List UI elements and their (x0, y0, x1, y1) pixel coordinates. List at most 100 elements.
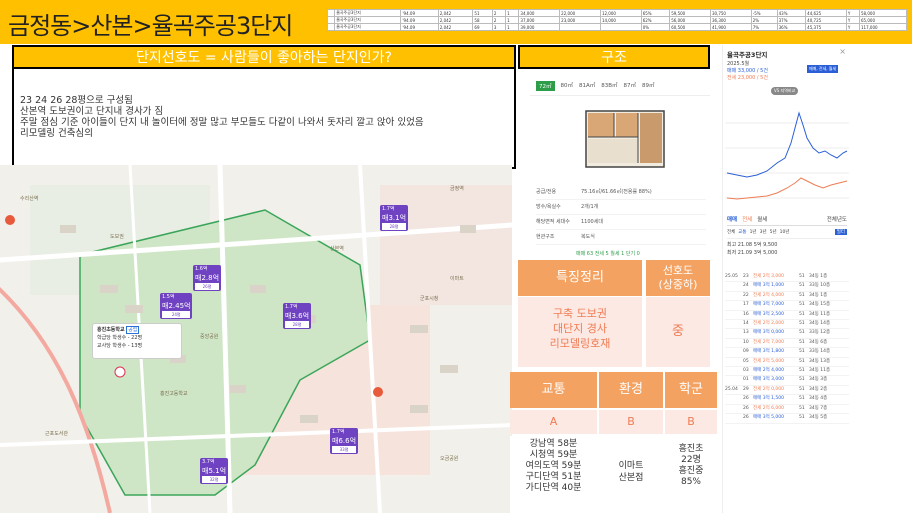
plan-tab[interactable]: 89㎡ (642, 81, 655, 91)
trade-area: 51 (799, 292, 805, 298)
trade-day: 29 (743, 386, 749, 392)
plan-tab[interactable]: 80㎡ (561, 81, 574, 91)
price-pin[interactable]: 3.7억 매5.1억 32평 (200, 458, 229, 484)
mini-table-cell: 2,042 (437, 16, 474, 24)
map-label: 군포시청 (420, 296, 439, 302)
trade-month: 25.05 (725, 274, 738, 279)
floor-plan-image (580, 105, 670, 173)
trade-area: 51 (799, 358, 805, 364)
panel-title: 율곡주공3단지 (727, 51, 768, 59)
trade-area: 51 (799, 386, 805, 392)
trade-floor: 34동 5층 (809, 415, 828, 421)
price-pin[interactable]: 1.7억 매6.6억 33평 (330, 428, 359, 454)
env-grade: B (599, 410, 663, 434)
price-pin[interactable]: 1.7억 매3.6억 28평 (283, 303, 312, 329)
mini-table-cell: Y (845, 9, 861, 17)
trade-month (725, 301, 743, 309)
mini-table-cell: 37,000 (518, 16, 561, 24)
tab-monthly[interactable]: 월세 (757, 215, 767, 223)
mini-table-cell: 2 (491, 9, 507, 17)
traffic-detail: 강남역 58분 시청역 59분 여의도역 59분 구디단역 51분 가디단역 4… (510, 436, 597, 513)
mini-table-cell: 2,042 (437, 9, 474, 17)
plan-tab[interactable]: 83B㎡ (601, 81, 617, 91)
trade-row[interactable]: 26 전세 2억 6,000 51 34동 7층 (725, 405, 849, 415)
trade-day: 22 (743, 292, 749, 298)
plan-key: 방수/욕실수 (536, 204, 561, 210)
mini-table-cell: 44,625 (805, 9, 847, 17)
trade-price: 전세 2억 4,000 (753, 292, 785, 298)
trade-day: 24 (743, 283, 749, 289)
summary-cell: 구축 도보권 대단지 경사 리모델링호재 (518, 297, 642, 367)
mini-table-cell: 2% (750, 16, 778, 24)
trade-row[interactable]: 13 매매 3억 0,000 51 33동 12층 (725, 329, 849, 339)
mini-table-cell: 60,500 (669, 23, 711, 31)
trade-row[interactable]: 10 전세 2억 7,000 51 34동 6층 (725, 339, 849, 349)
map-label: 중앙공원 (200, 334, 219, 340)
mini-table-cell: 65,000 (859, 16, 907, 24)
mini-table-cell: 56,000 (669, 16, 711, 24)
map-view[interactable]: 1.7억 매3.1억 28평 1.6억 매2.8억 26평 1.5억 매2.45억 24평 … (0, 165, 512, 513)
plan-tab[interactable]: 87㎡ (624, 81, 637, 91)
filter-chip[interactable]: 전체 (727, 229, 735, 235)
compare-button[interactable]: VS 지역비교 (771, 87, 799, 95)
trade-row[interactable]: 17 매매 3억 7,000 51 34동 15층 (725, 301, 849, 311)
trade-area: 51 (799, 339, 805, 345)
school-header: 학군 (665, 372, 717, 408)
trade-row[interactable]: 03 매매 2억 4,000 51 34동 11층 (725, 367, 849, 377)
trade-row[interactable]: 14 전세 2억 2,000 51 34동 14층 (725, 320, 849, 330)
plan-tab[interactable]: 72㎡ (536, 81, 555, 91)
trade-row[interactable]: 25.04 29 전세 2억 0,000 51 34동 2층 (725, 386, 849, 396)
trade-month (725, 376, 743, 384)
map-label: 흥진고등학교 (160, 391, 188, 397)
price-pin[interactable]: 1.5억 매2.45억 24평 (160, 293, 193, 319)
filter-chip[interactable]: 1년 (750, 229, 757, 235)
filter-chip[interactable]: 10년 (780, 229, 790, 235)
trade-row[interactable]: 09 매매 3억 1,800 51 33동 14층 (725, 348, 849, 358)
trade-day: 16 (743, 311, 749, 317)
trade-day: 26 (743, 405, 749, 411)
trade-row[interactable]: 01 매매 3억 3,000 51 34동 3층 (725, 376, 849, 386)
plan-tab[interactable]: 81A㎡ (579, 81, 595, 91)
close-icon[interactable]: × (839, 47, 846, 56)
trade-day: 26 (743, 396, 749, 402)
trade-floor: 33동 14층 (809, 349, 831, 355)
price-pin[interactable]: 1.7억 매3.1억 28평 (380, 205, 409, 231)
mini-table-cell: 30,750 (709, 9, 752, 17)
trade-list: 25.05 23 전세 2억 3,000 51 34동 1층 24 매매 3억 1,000 5… (725, 273, 849, 424)
apply-button[interactable]: 필터 (834, 229, 847, 235)
filter-chip[interactable]: 교통 (738, 229, 746, 235)
plan-key: 현관구조 (536, 234, 555, 240)
mini-table-cell: Y (845, 23, 861, 31)
trade-area: 51 (799, 368, 805, 374)
trade-row[interactable]: 24 매매 3억 1,000 51 33동 10층 (725, 282, 849, 292)
trade-row[interactable]: 26 매매 3억 1,500 51 34동 4층 (725, 395, 849, 405)
trade-row[interactable]: 05 전세 2억 5,000 51 34동 13층 (725, 358, 849, 368)
trade-row[interactable]: 16 매매 3억 2,500 51 34동 11층 (725, 311, 849, 321)
filter-chip[interactable]: 3년 (760, 229, 767, 235)
mini-table-cell: 45,375 (805, 23, 847, 31)
pin-tag: 33평 (332, 446, 357, 453)
trade-month (725, 395, 743, 403)
school-card[interactable]: 흥진초등학교 공립 학급당 학생수 - 22명 교사당 학생수 - 13명 (92, 323, 182, 359)
trade-month (725, 311, 743, 319)
trade-day: 13 (743, 330, 749, 336)
tab-sale[interactable]: 매매 (727, 215, 737, 223)
trade-month (725, 348, 743, 356)
filter-chip[interactable]: 5년 (770, 229, 777, 235)
tab-jeonse[interactable]: 전세 (742, 215, 752, 223)
trade-day: 17 (743, 302, 749, 308)
mini-table-cell: -5% (750, 9, 778, 17)
sort-select[interactable]: 전체년도 (827, 215, 847, 223)
env-detail: 이마트 산본점 (599, 436, 663, 513)
mini-table-cell: 12,000 (599, 9, 642, 17)
legend-filter[interactable]: 매매, 전세, 월세 (807, 65, 839, 73)
desc-line: 리모델링 건축심의 (20, 128, 93, 139)
trade-row[interactable]: 25.05 23 전세 2억 3,000 51 34동 1층 (725, 273, 849, 283)
trade-price: 매매 2억 4,000 (753, 368, 785, 374)
trade-row[interactable]: 26 매매 3억 5,000 51 34동 5층 (725, 414, 849, 424)
price-pin[interactable]: 1.6억 매2.8억 26평 (193, 265, 222, 291)
mini-table-cell: 1 (505, 16, 520, 24)
mini-table-cell (599, 23, 642, 31)
trade-area: 51 (799, 405, 805, 411)
trade-row[interactable]: 22 전세 2억 4,000 51 34동 1층 (725, 292, 849, 302)
